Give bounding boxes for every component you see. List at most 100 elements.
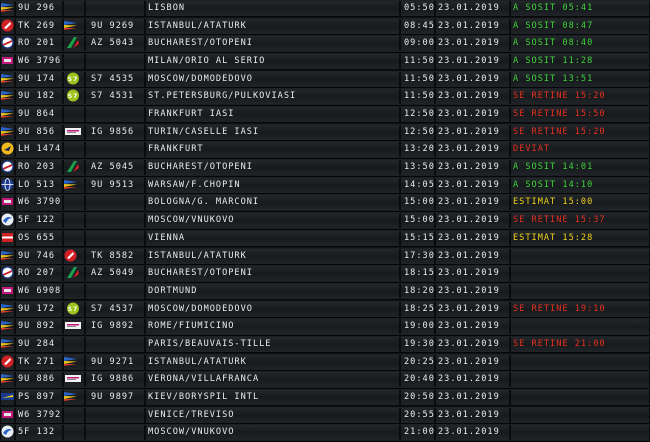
flight-number: 9U 886	[15, 372, 63, 388]
flight-row: 5F 122 MOSCOW/VNUKOVO 15:00 23.01.2019 SE RE…	[0, 212, 650, 230]
flight-row: 9U 864 FRANKFURT IASI 12:50 23.01.2019 SE RE…	[0, 106, 650, 124]
flight-status: SE RETINE 15:20	[510, 124, 650, 140]
scheduled-time: 18:15	[400, 266, 435, 282]
flight-date: 23.01.2019	[435, 71, 510, 87]
scheduled-time: 12:50	[400, 124, 435, 140]
codeshare-flight-number	[85, 407, 145, 423]
red-tail-icon	[0, 18, 15, 34]
flight-date: 23.01.2019	[435, 36, 510, 52]
pink-box-icon	[0, 54, 15, 70]
origin-city: LISBON	[145, 1, 400, 16]
white-box-icon	[63, 319, 85, 335]
flight-status: A SOSIT 11:28	[510, 54, 650, 70]
origin-city: BUCHAREST/OTOPENI	[145, 160, 400, 176]
pink-box-icon	[0, 283, 15, 299]
blue-tri-icon	[0, 1, 15, 16]
red-ring-icon	[0, 266, 15, 282]
red-ring-icon	[0, 36, 15, 52]
flight-status	[510, 319, 650, 335]
flight-row: RO 201 AZ 5043 BUCHAREST/OTOPENI 09:00 23.01…	[0, 35, 650, 53]
origin-city: TURIN/CASELLE IASI	[145, 124, 400, 140]
flight-row: OS 655 VIENNA 15:15 23.01.2019 ESTIMAT 15:28	[0, 229, 650, 248]
blue-tri-icon	[0, 107, 15, 123]
flight-status: A SOSIT 08:47	[510, 18, 650, 34]
codeshare-flight-number	[85, 1, 145, 16]
flight-status: SE RETINE 15:37	[510, 213, 650, 229]
white-box-icon	[63, 372, 85, 388]
codeshare-logo-icon	[63, 230, 85, 246]
flight-date: 23.01.2019	[435, 425, 510, 441]
origin-city: VERONA/VILLAFRANCA	[145, 372, 400, 388]
flight-date: 23.01.2019	[435, 319, 510, 335]
flight-row: 9U 172 S7 S7 4537 MOSCOW/DOMODEDOVO 18:25 23.…	[0, 300, 650, 318]
scheduled-time: 15:00	[400, 213, 435, 229]
codeshare-logo-icon	[63, 54, 85, 70]
flight-row: LO 513 9U 9513 WARSAW/F.CHOPIN 14:05 23.01.2…	[0, 176, 650, 195]
flight-number: W6 3790	[15, 195, 63, 211]
codeshare-flight-number	[85, 54, 145, 70]
red-ring-icon	[0, 160, 15, 176]
flight-status	[510, 372, 650, 388]
blue-globe-icon	[0, 177, 15, 193]
scheduled-time: 19:00	[400, 319, 435, 335]
red-tail-icon	[63, 248, 85, 264]
flight-status: A SOSIT 14:10	[510, 177, 650, 193]
flight-number: LO 513	[15, 177, 63, 193]
flight-number: TK 271	[15, 354, 63, 370]
flight-number: 9U 172	[15, 301, 63, 317]
origin-city: MOSCOW/VNUKOVO	[145, 213, 400, 229]
origin-city: BUCHAREST/OTOPENI	[145, 266, 400, 282]
flight-row: 9U 284 PARIS/BEAUVAIS-TILLE 19:30 23.01.201…	[0, 335, 650, 354]
flight-row: W6 6908 DORTMUND 18:20 23.01.2019	[0, 282, 650, 301]
codeshare-flight-number: IG 9892	[85, 319, 145, 335]
origin-city: MILAN/ORIO AL SERIO	[145, 54, 400, 70]
codeshare-logo-icon	[63, 1, 85, 16]
flight-number: 5F 132	[15, 425, 63, 441]
flight-number: 9U 182	[15, 89, 63, 105]
blue-tri-icon	[0, 71, 15, 87]
flight-number: RO 201	[15, 36, 63, 52]
codeshare-flight-number: 9U 9269	[85, 18, 145, 34]
codeshare-logo-icon	[63, 407, 85, 423]
flight-status: DEVIAT	[510, 142, 650, 158]
flight-row: 9U 892 IG 9892 ROME/FIUMICINO 19:00 23.01.20…	[0, 318, 650, 336]
scheduled-time: 05:50	[400, 1, 435, 16]
flight-date: 23.01.2019	[435, 177, 510, 193]
flight-status: SE RETINE 21:00	[510, 336, 650, 352]
origin-city: MOSCOW/DOMODEDOVO	[145, 301, 400, 317]
scheduled-time: 09:00	[400, 36, 435, 52]
flight-status	[510, 425, 650, 441]
origin-city: ROME/FIUMICINO	[145, 319, 400, 335]
flight-number: PS 897	[15, 389, 63, 405]
green-wing-icon	[63, 266, 85, 282]
flight-status: ESTIMAT 15:28	[510, 230, 650, 246]
scheduled-time: 19:30	[400, 336, 435, 352]
flight-number: 9U 864	[15, 107, 63, 123]
flight-status	[510, 283, 650, 299]
flight-date: 23.01.2019	[435, 301, 510, 317]
codeshare-flight-number: 9U 9897	[85, 389, 145, 405]
codeshare-flight-number: AZ 5043	[85, 36, 145, 52]
flight-row: PS 897 9U 9897 KIEV/BORYSPIL INTL 20:50 23.0…	[0, 388, 650, 407]
flight-number: 9U 296	[15, 1, 63, 16]
flight-status: A SOSIT 14:01	[510, 160, 650, 176]
scheduled-time: 18:25	[400, 301, 435, 317]
codeshare-flight-number: IG 9856	[85, 124, 145, 140]
red-flag-icon	[0, 230, 15, 246]
blue-tri-icon	[63, 389, 85, 405]
flight-date: 23.01.2019	[435, 266, 510, 282]
scheduled-time: 11:50	[400, 71, 435, 87]
flight-date: 23.01.2019	[435, 142, 510, 158]
blue-swirl-icon	[0, 213, 15, 229]
flight-row: 9U 296 LISBON 05:50 23.01.2019 A SOSIT 05:41	[0, 0, 650, 18]
flight-status	[510, 389, 650, 405]
scheduled-time: 11:50	[400, 54, 435, 70]
flight-date: 23.01.2019	[435, 18, 510, 34]
origin-city: ST.PETERSBURG/PULKOVIASI	[145, 89, 400, 105]
codeshare-flight-number: AZ 5045	[85, 160, 145, 176]
svg-text:S7: S7	[68, 76, 79, 83]
green-circle-icon: S7	[63, 301, 85, 317]
blue-swirl-icon	[0, 425, 15, 441]
scheduled-time: 11:50	[400, 89, 435, 105]
flight-number: OS 655	[15, 230, 63, 246]
